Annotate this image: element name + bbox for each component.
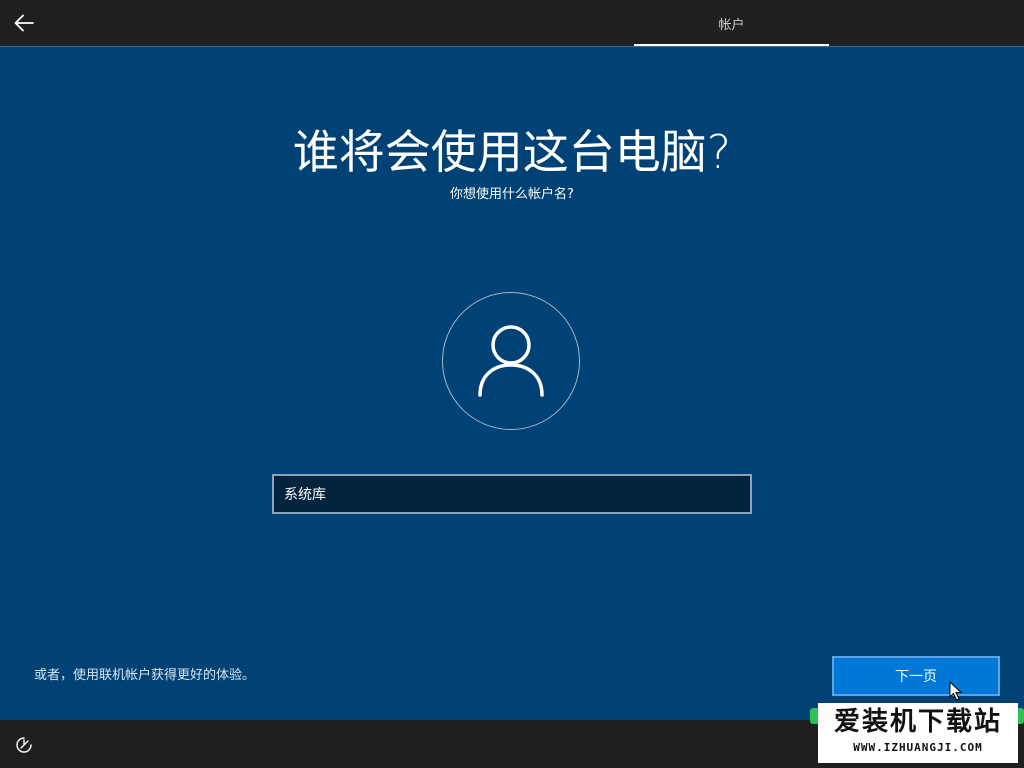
watermark-logo: 爱装机下载站 WWW.IZHUANGJI.COM [818,703,1018,763]
username-input[interactable] [272,474,752,514]
avatar [442,292,580,430]
page-subtitle: 你想使用什么帐户名? [450,187,574,202]
topbar-divider [0,46,1024,47]
step-tab-account: 帐户 [718,17,745,33]
watermark-url: WWW.IZHUANGJI.COM [853,741,983,754]
arrow-left-icon [14,14,34,32]
ease-of-access-icon [16,737,32,753]
user-icon [478,325,544,397]
mouse-cursor-icon [949,681,963,701]
back-button[interactable] [8,8,40,38]
accessibility-button[interactable] [12,733,36,757]
top-bar [0,0,1024,46]
next-button[interactable]: 下一页 [832,656,1000,696]
page-title: 谁将会使用这台电脑? [292,125,732,179]
watermark-text: 爱装机下载站 [833,707,1002,737]
online-account-link[interactable]: 或者，使用联机帐户获得更好的体验。 [34,666,255,686]
